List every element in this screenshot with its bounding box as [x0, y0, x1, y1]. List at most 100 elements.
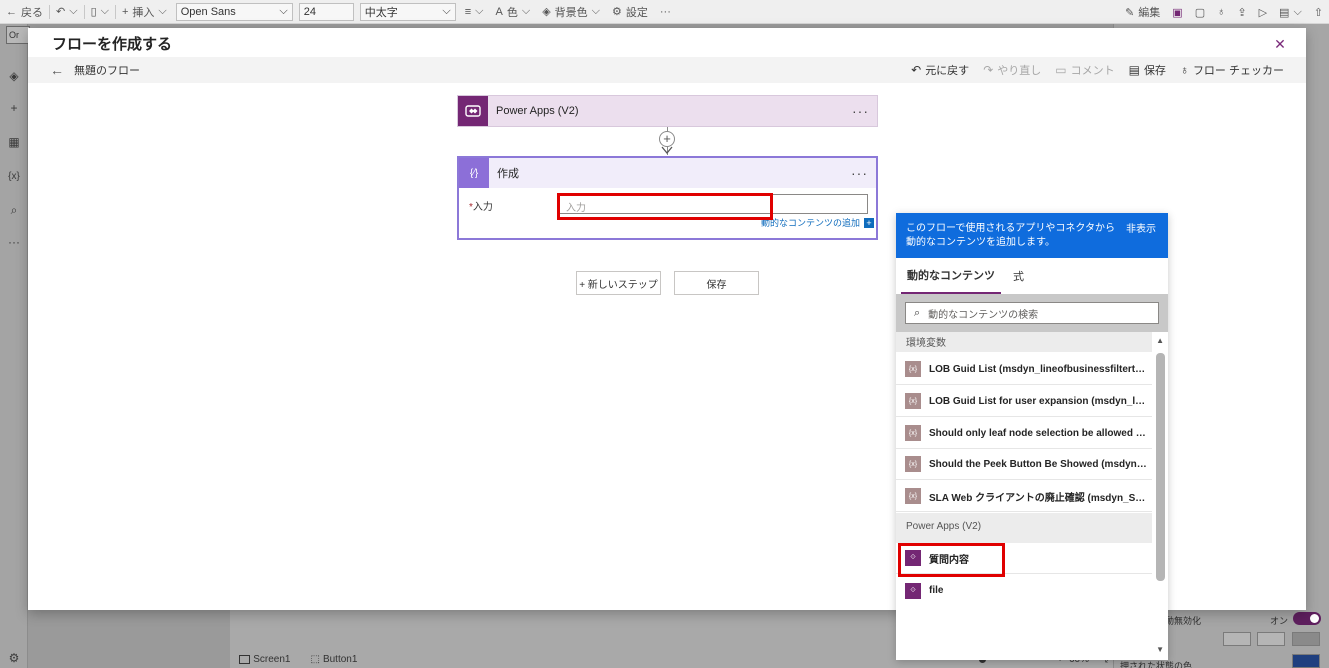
add-icon: +: [864, 217, 875, 228]
font-weight-select[interactable]: 中太字 ⌵: [359, 2, 456, 21]
screen-breadcrumb[interactable]: Screen1: [253, 654, 290, 665]
redo-icon: ↷: [983, 63, 994, 77]
comment-icon: ▢: [1194, 6, 1206, 19]
save-flow-button[interactable]: 保存: [674, 271, 759, 295]
share-icon: ⇪: [1237, 6, 1247, 19]
table-icon[interactable]: ▦: [6, 134, 22, 150]
list-item-label: SLA Web クライアントの廃止確認 (msdyn_SLAWebCli...: [929, 492, 1147, 504]
font-select[interactable]: Open Sans ⌵: [175, 2, 293, 21]
trigger-more-button[interactable]: ···: [852, 103, 869, 119]
more-icon[interactable]: ···: [6, 234, 22, 250]
insert-button[interactable]: + 挿入 ⌵: [116, 0, 173, 24]
button-breadcrumb[interactable]: Button1: [323, 654, 357, 665]
flow-name: 無題のフロー: [74, 65, 140, 77]
list-item-label: Should the Peek Button Be Showed (msdyn_…: [929, 458, 1147, 470]
dynamic-content-panel: このフローで使用されるアプリやコネクタから動的なコンテンツを追加します。 非表示…: [896, 213, 1168, 660]
variable-icon[interactable]: {x}: [6, 168, 22, 184]
pressed-color-swatch[interactable]: [1292, 654, 1320, 668]
list-item-file[interactable]: ⟐ file: [896, 575, 1152, 606]
settings-label: 設定: [625, 6, 648, 19]
save-button[interactable]: ▤ 保存: [1129, 62, 1166, 78]
clipboard-icon: ▯: [90, 6, 97, 18]
dynamic-panel-header: このフローで使用されるアプリやコネクタから動的なコンテンツを追加します。 非表示: [896, 213, 1168, 258]
undo-button[interactable]: ↶ 元に戻す: [911, 62, 969, 78]
list-item[interactable]: {x} LOB Guid List (msdyn_lineofbusinessf…: [896, 354, 1152, 385]
flow-checker-button[interactable]: ♁ フロー チェッカー: [1180, 62, 1284, 78]
list-item[interactable]: {x} Should the Peek Button Be Showed (ms…: [896, 449, 1152, 480]
layers-icon[interactable]: ◈: [6, 68, 22, 84]
bg-color-label: 背景色: [554, 6, 588, 19]
back-button[interactable]: ← 戻る: [0, 0, 49, 24]
comment-label: コメント: [1070, 65, 1115, 77]
align-button[interactable]: ≡ ⌵: [459, 0, 490, 24]
compose-icon: {⁄}: [459, 158, 489, 188]
publish-button[interactable]: ⇧: [1308, 0, 1329, 24]
compose-input[interactable]: 入力: [559, 194, 868, 214]
close-icon[interactable]: ✕: [1272, 36, 1288, 52]
share-button[interactable]: ⇪: [1231, 0, 1252, 24]
plus-icon[interactable]: +: [6, 100, 22, 116]
bg-color-button[interactable]: ◈ 背景色 ⌵: [536, 0, 606, 24]
list-item-label: Should only leaf node selection be allow…: [929, 427, 1147, 439]
more-button[interactable]: ···: [654, 0, 677, 24]
new-step-button[interactable]: + 新しいステップ: [576, 271, 661, 295]
tab-dynamic-content[interactable]: 動的なコンテンツ: [901, 258, 1001, 294]
left-tab-stub[interactable]: Or: [6, 26, 30, 44]
font-weight-value: 中太字: [364, 6, 398, 19]
list-item-label: LOB Guid List (msdyn_lineofbusinessfilte…: [929, 363, 1147, 375]
plus-icon: +: [121, 5, 129, 18]
edit-button[interactable]: ✎ 編集: [1119, 0, 1166, 24]
toolbar-right: ✎ 編集 ▣ ▢ ♁ ⇪ ▷ ▤ ⌵ ⇧: [1119, 0, 1329, 24]
redo-label: やり直し: [997, 65, 1042, 77]
border-color-swatch[interactable]: [1292, 632, 1320, 646]
preview-button[interactable]: ▷: [1253, 0, 1273, 24]
auto-disable-toggle[interactable]: [1293, 612, 1321, 625]
fill-color-swatch[interactable]: [1257, 632, 1285, 646]
color-button[interactable]: A 色 ⌵: [490, 0, 537, 24]
list-item[interactable]: {x} SLA Web クライアントの廃止確認 (msdyn_SLAWebCli…: [896, 481, 1152, 512]
add-dynamic-content-link[interactable]: 動的なコンテンツの追加 +: [761, 216, 875, 229]
create-flow-modal: フローを作成する ✕ ← 無題のフロー ↶ 元に戻す ↷ やり直し ▭ コメント ▤ 保…: [28, 28, 1306, 660]
scroll-down-icon[interactable]: ▼: [1156, 645, 1164, 654]
undo-label: 元に戻す: [925, 65, 970, 77]
list-item-question[interactable]: ⟐ 質問内容: [896, 543, 1152, 574]
pressed-color-label: 押された状態の色: [1120, 661, 1193, 668]
redo-button[interactable]: ↷ やり直し: [983, 62, 1041, 78]
font-value: Open Sans: [180, 5, 236, 18]
gear-icon: ⚙: [612, 6, 622, 18]
search-placeholder: 動的なコンテンツの検索: [928, 309, 1039, 321]
hide-panel-button[interactable]: 非表示: [1126, 223, 1156, 237]
font-size-value: 24: [303, 5, 316, 18]
compose-header[interactable]: {⁄} 作成 ···: [459, 158, 876, 188]
font-size-select[interactable]: 24: [298, 2, 354, 21]
chevron-down-icon: ⌵: [521, 5, 531, 17]
paste-button[interactable]: ▯ ⌵: [85, 0, 115, 24]
dynamic-search-input[interactable]: ⌕ 動的なコンテンツの検索: [905, 302, 1159, 324]
back-label: 戻る: [21, 6, 43, 19]
screen-icon: [239, 654, 251, 664]
search-icon[interactable]: ⌕: [6, 202, 22, 218]
tree-view-button[interactable]: ▣: [1166, 0, 1188, 24]
dynamic-search-area: ⌕ 動的なコンテンツの検索: [896, 294, 1168, 332]
gear-icon[interactable]: ⚙: [6, 650, 22, 666]
compose-more-button[interactable]: ···: [851, 165, 868, 181]
checker-button[interactable]: ♁: [1211, 0, 1231, 24]
comment-button[interactable]: ▭ コメント: [1055, 62, 1114, 78]
list-item[interactable]: {x} LOB Guid List for user expansion (ms…: [896, 386, 1152, 417]
trigger-card[interactable]: Power Apps (V2) ···: [457, 95, 878, 127]
undo-button[interactable]: ↶ ⌵: [50, 0, 84, 24]
save-studio-button[interactable]: ▤ ⌵: [1273, 0, 1308, 24]
scrollbar-thumb[interactable]: [1156, 353, 1165, 581]
tab-expression[interactable]: 式: [1007, 258, 1030, 294]
scroll-up-icon[interactable]: ▲: [1156, 336, 1164, 345]
variable-icon: {x}: [905, 456, 921, 472]
more-label: ···: [659, 5, 671, 18]
comment-icon: ▭: [1055, 63, 1067, 77]
comments-button[interactable]: ▢: [1189, 0, 1211, 24]
list-item[interactable]: {x} Should only leaf node selection be a…: [896, 418, 1152, 449]
compose-card[interactable]: {⁄} 作成 ··· *入力 入力 動的なコンテンツの追加 +: [457, 156, 878, 240]
font-color-swatch[interactable]: [1223, 632, 1251, 646]
back-arrow-icon[interactable]: ←: [50, 62, 66, 78]
button-icon: ⬚: [310, 653, 320, 665]
settings-button[interactable]: ⚙ 設定: [606, 0, 654, 24]
